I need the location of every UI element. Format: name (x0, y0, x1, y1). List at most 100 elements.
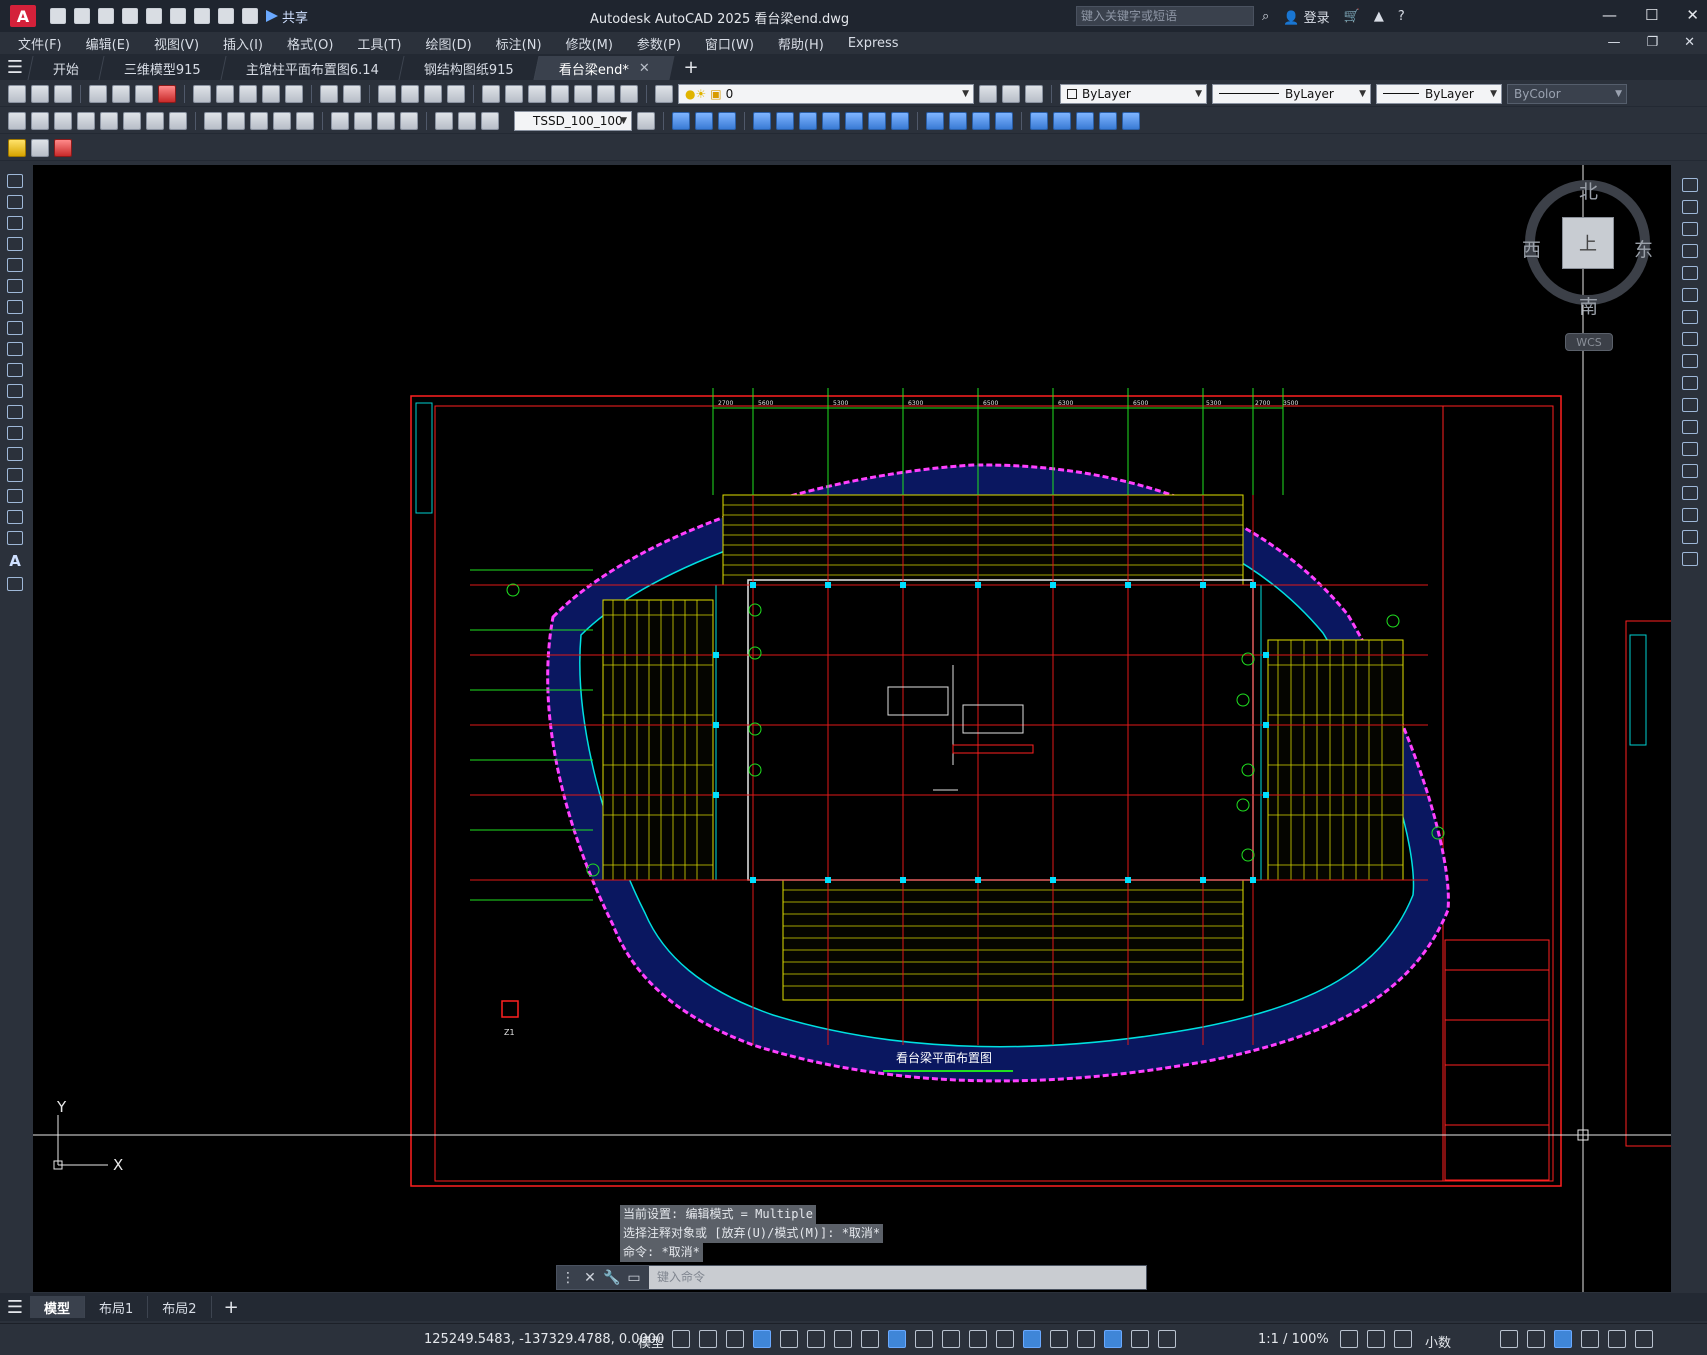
3d-union-icon[interactable] (695, 111, 713, 130)
mirror-icon[interactable] (1681, 222, 1698, 236)
tab-3d-model[interactable]: 三维模型915 (98, 56, 226, 80)
open-icon[interactable] (31, 84, 49, 103)
compass-east[interactable]: 东 (1634, 235, 1653, 262)
menu-file[interactable]: 文件(F) (18, 34, 62, 53)
menu-draw[interactable]: 绘图(D) (426, 34, 472, 53)
quick-properties-icon[interactable] (1500, 1330, 1518, 1348)
inspection-icon[interactable] (377, 111, 395, 130)
lineweight-icon[interactable] (915, 1330, 933, 1348)
menu-insert[interactable]: 插入(I) (223, 34, 263, 53)
polyline-icon[interactable] (7, 216, 23, 230)
linear-dimension-icon[interactable] (8, 111, 26, 130)
menu-format[interactable]: 格式(O) (287, 34, 333, 53)
viewcube[interactable]: 上 北 南 东 西 (1522, 177, 1653, 318)
jogged-linear-icon[interactable] (400, 111, 418, 130)
dimension-text-edit-icon[interactable] (458, 111, 476, 130)
menu-edit[interactable]: 编辑(E) (86, 34, 130, 53)
tab-layout1[interactable]: 布局1 (85, 1296, 149, 1318)
erase-icon[interactable] (1681, 178, 1698, 192)
auto-scale-icon[interactable] (1131, 1330, 1149, 1348)
shell-icon[interactable] (926, 111, 944, 130)
maximize-icon[interactable]: ☐ (1645, 6, 1658, 24)
compass-south[interactable]: 南 (1579, 292, 1598, 319)
thicken-icon[interactable] (891, 111, 909, 130)
sweep-icon[interactable] (799, 111, 817, 130)
dynamic-input-icon[interactable] (753, 1330, 771, 1348)
graphics-performance-icon[interactable] (1581, 1330, 1599, 1348)
compass-north[interactable]: 北 (1579, 177, 1598, 204)
copy-object-icon[interactable] (1681, 200, 1698, 214)
zoom-previous-icon[interactable] (447, 84, 465, 103)
command-prompt-icon[interactable]: ▭ (623, 1270, 645, 1286)
break-icon[interactable] (1681, 442, 1698, 456)
continue-dimension-icon[interactable] (250, 111, 268, 130)
dimension-edit-icon[interactable] (435, 111, 453, 130)
publish-icon[interactable] (146, 8, 162, 24)
lock-icon[interactable]: ▣ (710, 87, 721, 101)
tab-steel-structure[interactable]: 钢结构图纸915 (398, 56, 539, 80)
fillet-edge-icon[interactable] (949, 111, 967, 130)
save-icon[interactable] (54, 84, 72, 103)
menu-express[interactable]: Express (848, 36, 899, 51)
model-space-toggle[interactable]: 模型 (638, 1332, 664, 1351)
extract-edges-icon[interactable] (1030, 111, 1048, 130)
layer-previous-icon[interactable] (1002, 84, 1020, 103)
object-snap-icon[interactable] (888, 1330, 906, 1348)
imprint-icon[interactable] (1053, 111, 1071, 130)
fillet-icon[interactable] (1681, 508, 1698, 522)
slice-icon[interactable] (868, 111, 886, 130)
offset-edge-icon[interactable] (1076, 111, 1094, 130)
region-icon[interactable] (7, 510, 23, 524)
print-icon[interactable] (194, 8, 210, 24)
annotation-scale-icon[interactable] (1158, 1330, 1176, 1348)
zoom-realtime-icon[interactable] (401, 84, 419, 103)
help-button[interactable]: ? (1398, 9, 1405, 24)
offset-icon[interactable] (1681, 244, 1698, 258)
make-block-icon[interactable] (7, 426, 23, 440)
arc-icon[interactable] (7, 279, 23, 293)
paste-icon[interactable] (239, 84, 257, 103)
isometric-icon[interactable] (834, 1330, 852, 1348)
lightbulb-icon[interactable]: ●☀ (685, 87, 706, 101)
clean-screen-icon[interactable] (1608, 1330, 1626, 1348)
explode-icon[interactable] (1681, 552, 1698, 566)
color-dropdown[interactable]: ByLayer ▼ (1060, 83, 1207, 104)
block-editor-icon[interactable] (285, 84, 303, 103)
ellipse-arc-icon[interactable] (7, 384, 23, 398)
dimension-style-icon[interactable] (637, 111, 655, 130)
drawing-canvas[interactable]: 2700 5600 5300 6300 6500 6300 6500 5300 … (33, 165, 1671, 1292)
units-icon[interactable] (1394, 1330, 1412, 1348)
rotate-icon[interactable] (1681, 310, 1698, 324)
cut-icon[interactable] (193, 84, 211, 103)
customization-icon[interactable] (1635, 1330, 1653, 1348)
make-current-layer-icon[interactable] (979, 84, 997, 103)
extrude-icon[interactable] (753, 111, 771, 130)
undo-icon[interactable] (320, 84, 338, 103)
polar-tracking-icon[interactable] (807, 1330, 825, 1348)
construction-line-icon[interactable] (7, 195, 23, 209)
table-icon[interactable] (7, 531, 23, 545)
pan-icon[interactable] (378, 84, 396, 103)
new-file-icon[interactable] (50, 8, 66, 24)
save-as-icon[interactable] (122, 8, 138, 24)
selection-filter-icon[interactable] (1050, 1330, 1068, 1348)
polygon-icon[interactable] (7, 237, 23, 251)
share-button[interactable]: 共享 (266, 7, 308, 26)
selection-cycling-icon[interactable] (969, 1330, 987, 1348)
menu-help[interactable]: 帮助(H) (778, 34, 824, 53)
close-icon[interactable]: ✕ (1686, 6, 1699, 24)
redo-icon[interactable] (343, 84, 361, 103)
copy-icon[interactable] (216, 84, 234, 103)
lineweight-dropdown[interactable]: ByLayer ▼ (1376, 83, 1502, 104)
3d-subtract-icon[interactable] (718, 111, 736, 130)
circle-icon[interactable] (7, 300, 23, 314)
3d-osnap-icon[interactable] (996, 1330, 1014, 1348)
loft-icon[interactable] (845, 111, 863, 130)
drawing-close-icon[interactable]: ✕ (1684, 35, 1695, 50)
plot-icon[interactable] (170, 8, 186, 24)
dimension-update-icon[interactable] (481, 111, 499, 130)
lock-ui-icon[interactable] (1527, 1330, 1545, 1348)
annotation-monitor-icon[interactable] (1367, 1330, 1385, 1348)
block-attribute-icon[interactable] (31, 138, 49, 157)
units-dropdown[interactable]: 小数 (1425, 1332, 1451, 1351)
